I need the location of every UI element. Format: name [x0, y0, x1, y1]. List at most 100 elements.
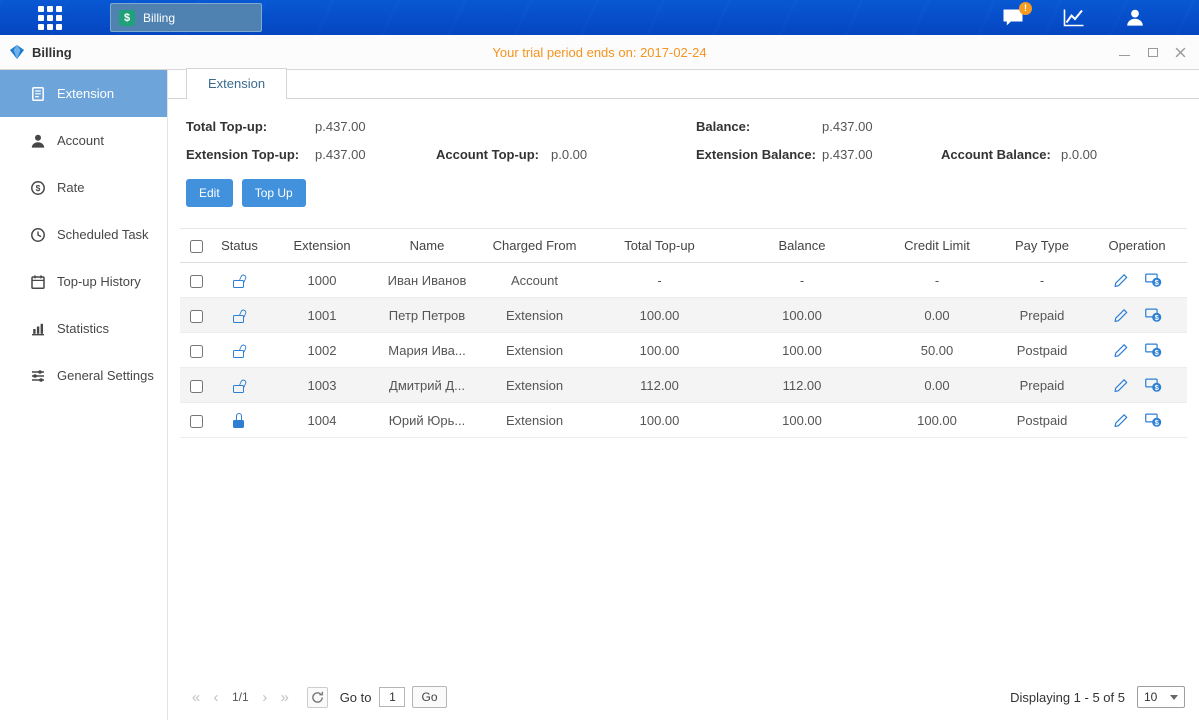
- edit-icon[interactable]: [1113, 342, 1130, 358]
- cell-total-topup: -: [592, 263, 727, 298]
- col-status: Status: [212, 229, 267, 263]
- cell-credit-limit: 50.00: [877, 333, 997, 368]
- col-name: Name: [377, 229, 477, 263]
- status-lock-icon[interactable]: [232, 308, 247, 323]
- tab-strip: Extension: [168, 70, 1199, 99]
- col-pay-type: Pay Type: [997, 229, 1087, 263]
- user-icon[interactable]: [1123, 8, 1147, 28]
- cell-pay-type: Prepaid: [997, 368, 1087, 403]
- trial-notice: Your trial period ends on: 2017-02-24: [0, 45, 1199, 60]
- minimize-icon[interactable]: [1118, 46, 1131, 59]
- cell-charged-from: Account: [477, 263, 592, 298]
- topup-icon[interactable]: $: [1145, 377, 1162, 393]
- cell-charged-from: Extension: [477, 298, 592, 333]
- sidebar-item-statistics[interactable]: Statistics: [0, 305, 167, 352]
- summary-label: Total Top-up:: [186, 119, 315, 134]
- sidebar-item-rate[interactable]: $ Rate: [0, 164, 167, 211]
- balance-summary: Total Top-up: p.437.00 Balance: p.437.00…: [186, 119, 1187, 162]
- reports-icon[interactable]: [1062, 8, 1086, 28]
- tab-extension[interactable]: Extension: [186, 68, 287, 99]
- summary-value: p.437.00: [822, 119, 1187, 134]
- taskbar-item-label: Billing: [143, 11, 175, 25]
- billing-logo-icon: [9, 44, 25, 60]
- cell-charged-from: Extension: [477, 368, 592, 403]
- cell-name: Мария Ива...: [377, 333, 477, 368]
- status-lock-icon[interactable]: [232, 413, 247, 428]
- row-checkbox[interactable]: [190, 345, 203, 358]
- table-row: 1001 Петр Петров Extension 100.00 100.00…: [180, 298, 1187, 333]
- extension-icon: [30, 86, 46, 102]
- sidebar-item-label: Account: [57, 133, 104, 148]
- sidebar-item-account[interactable]: Account: [0, 117, 167, 164]
- edit-icon[interactable]: [1113, 307, 1130, 323]
- go-button[interactable]: Go: [412, 686, 446, 708]
- sidebar-item-extension[interactable]: Extension: [0, 70, 167, 117]
- topup-icon[interactable]: $: [1145, 272, 1162, 288]
- last-page-icon[interactable]: »: [275, 689, 295, 706]
- sidebar-item-general-settings[interactable]: General Settings: [0, 352, 167, 399]
- row-checkbox[interactable]: [190, 310, 203, 323]
- goto-label: Go to: [340, 690, 372, 705]
- maximize-icon[interactable]: [1146, 46, 1159, 59]
- page-size-select[interactable]: 10: [1137, 686, 1185, 708]
- table-row: 1002 Мария Ива... Extension 100.00 100.0…: [180, 333, 1187, 368]
- edit-icon[interactable]: [1113, 272, 1130, 288]
- pagination-bar: « ‹ 1/1 › » Go to Go Displaying 1 - 5 of…: [180, 686, 1187, 720]
- sidebar: Extension Account $ Rate Scheduled Task: [0, 70, 168, 720]
- row-checkbox[interactable]: [190, 415, 203, 428]
- clock-icon: [30, 227, 46, 243]
- status-lock-icon[interactable]: [232, 273, 247, 288]
- cell-extension: 1004: [267, 403, 377, 438]
- summary-value: p.437.00: [315, 147, 436, 162]
- refresh-button[interactable]: [307, 687, 328, 708]
- cell-balance: 100.00: [727, 403, 877, 438]
- row-checkbox[interactable]: [190, 380, 203, 393]
- cell-balance: 112.00: [727, 368, 877, 403]
- summary-value: p.0.00: [1061, 147, 1187, 162]
- select-all-checkbox[interactable]: [190, 240, 203, 253]
- apps-grid-icon[interactable]: [38, 6, 62, 30]
- sidebar-item-label: Scheduled Task: [57, 227, 149, 242]
- cell-pay-type: Postpaid: [997, 403, 1087, 438]
- sidebar-item-scheduled-task[interactable]: Scheduled Task: [0, 211, 167, 258]
- main-panel: Extension Total Top-up: p.437.00 Balance…: [168, 70, 1199, 720]
- summary-value: p.0.00: [551, 147, 696, 162]
- status-lock-icon[interactable]: [232, 378, 247, 393]
- sidebar-item-topup-history[interactable]: Top-up History: [0, 258, 167, 305]
- edit-icon[interactable]: [1113, 412, 1130, 428]
- cell-pay-type: Prepaid: [997, 298, 1087, 333]
- row-checkbox[interactable]: [190, 275, 203, 288]
- first-page-icon[interactable]: «: [186, 689, 206, 706]
- table-header-row: Status Extension Name Charged From Total…: [180, 229, 1187, 263]
- extensions-table: Status Extension Name Charged From Total…: [180, 228, 1187, 438]
- page-size-value: 10: [1144, 690, 1157, 704]
- top-up-button[interactable]: Top Up: [242, 179, 306, 207]
- cell-pay-type: -: [997, 263, 1087, 298]
- topup-icon[interactable]: $: [1145, 342, 1162, 358]
- close-icon[interactable]: [1174, 46, 1187, 59]
- edit-icon[interactable]: [1113, 377, 1130, 393]
- sidebar-item-label: Extension: [57, 86, 114, 101]
- status-lock-icon[interactable]: [232, 343, 247, 358]
- cell-balance: 100.00: [727, 298, 877, 333]
- goto-page-input[interactable]: [379, 687, 405, 707]
- summary-label: Account Balance:: [941, 147, 1061, 162]
- cell-name: Дмитрий Д...: [377, 368, 477, 403]
- next-page-icon[interactable]: ›: [255, 689, 275, 706]
- cell-extension: 1003: [267, 368, 377, 403]
- cell-credit-limit: 0.00: [877, 298, 997, 333]
- summary-value: p.437.00: [822, 147, 941, 162]
- topup-icon[interactable]: $: [1145, 307, 1162, 323]
- notifications-icon[interactable]: !: [1001, 8, 1025, 28]
- edit-button[interactable]: Edit: [186, 179, 233, 207]
- prev-page-icon[interactable]: ‹: [206, 689, 226, 706]
- cell-pay-type: Postpaid: [997, 333, 1087, 368]
- summary-label: Balance:: [696, 119, 822, 134]
- topup-icon[interactable]: $: [1145, 412, 1162, 428]
- taskbar-item-billing[interactable]: $ Billing: [110, 3, 262, 32]
- cell-extension: 1000: [267, 263, 377, 298]
- page-indicator: 1/1: [232, 690, 249, 704]
- sidebar-item-label: Statistics: [57, 321, 109, 336]
- cell-name: Юрий Юрь...: [377, 403, 477, 438]
- cell-credit-limit: 100.00: [877, 403, 997, 438]
